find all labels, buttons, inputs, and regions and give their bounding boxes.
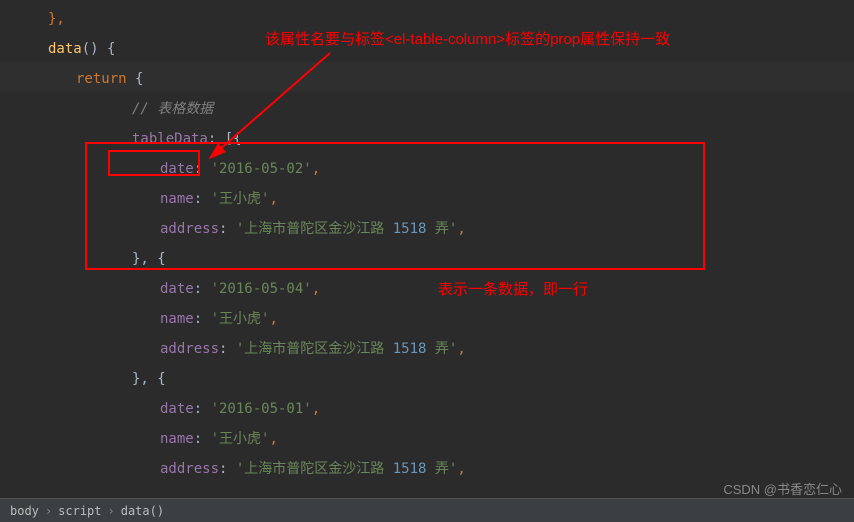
prop-address: address <box>160 221 219 237</box>
string-value: '2016-05-02' <box>211 161 312 177</box>
obj-separator: }, { <box>132 251 166 267</box>
breadcrumb[interactable]: body › script › data() <box>0 498 854 522</box>
comment: // 表格数据 <box>132 101 213 117</box>
code-editor[interactable]: }, data() { return { // 表格数据 tableData: … <box>0 0 854 484</box>
keyword-return: return <box>76 71 127 87</box>
prop-tabledata: tableData <box>132 131 208 147</box>
string-value: '王小虎' <box>211 191 270 207</box>
annotation-row: 表示一条数据，即一行 <box>438 278 588 299</box>
annotation-top: 该属性名要与标签<el-table-column>标签的prop属性保持一致 <box>265 28 670 49</box>
watermark: CSDN @书香恋仁心 <box>723 479 842 498</box>
prop-date: date <box>160 161 194 177</box>
bc-data[interactable]: data() <box>121 504 164 518</box>
prop-name: name <box>160 191 194 207</box>
func-name: data <box>48 41 82 57</box>
bc-script[interactable]: script <box>58 504 101 518</box>
chevron-right-icon: › <box>108 504 115 518</box>
bc-body[interactable]: body <box>10 504 39 518</box>
chevron-right-icon: › <box>45 504 52 518</box>
brace: }, <box>48 11 65 27</box>
